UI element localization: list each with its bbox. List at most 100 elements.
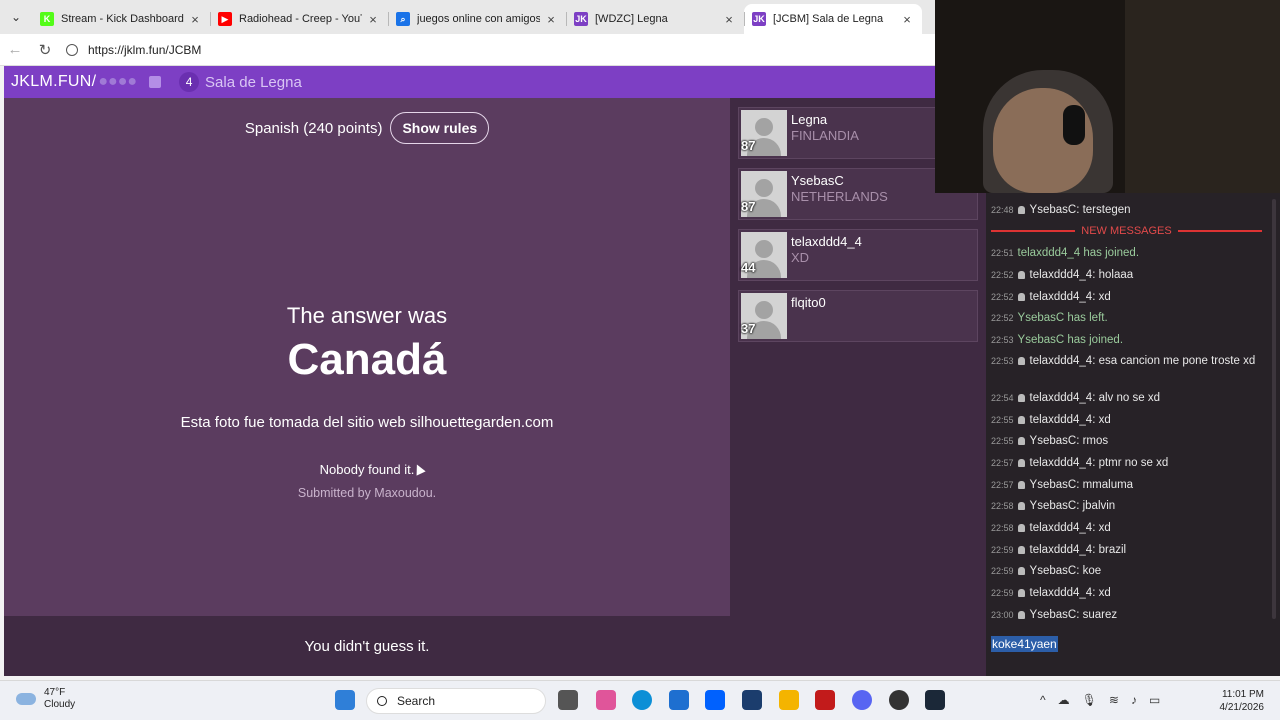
message-text: : ptmr no se xd <box>1092 457 1169 469</box>
close-tab-icon[interactable]: × <box>366 12 380 27</box>
message-user[interactable]: YsebasC <box>1030 609 1077 621</box>
close-tab-icon[interactable]: × <box>544 12 558 27</box>
message-user[interactable]: telaxddd4_4 <box>1030 355 1093 367</box>
message-user[interactable]: telaxddd4_4 <box>1030 587 1093 599</box>
language-label: Spanish (240 points) <box>244 119 383 137</box>
volume-icon[interactable]: ♪ <box>1131 693 1137 707</box>
message-text: : alv no se xd <box>1092 392 1160 404</box>
player-count-badge: 4 <box>179 72 200 92</box>
close-tab-icon[interactable]: × <box>722 12 736 27</box>
wifi-icon[interactable]: ≋ <box>1109 693 1119 707</box>
site-info-icon[interactable] <box>66 43 78 56</box>
message-user[interactable]: YsebasC <box>1030 204 1077 216</box>
back-arrow-icon[interactable]: ← <box>0 41 30 58</box>
vscode-icon[interactable] <box>742 690 762 710</box>
message-time: 22:55 <box>991 436 1014 446</box>
url-text: https://jklm.fun/JCBM <box>88 42 202 57</box>
message-user[interactable]: telaxddd4_4 <box>1030 269 1093 281</box>
start-icon[interactable] <box>335 690 355 710</box>
tab-title: juegos online con amigos - S <box>417 13 540 25</box>
chat-input[interactable]: koke41yaen <box>991 636 1058 652</box>
browser-tab[interactable]: K Stream - Kick Dashboard × <box>32 4 210 34</box>
chat-message: 22:58 telaxddd4_4: xd <box>991 520 1261 536</box>
message-text: YsebasC has left. <box>1017 312 1108 324</box>
steam-icon[interactable] <box>925 690 945 710</box>
message-text: telaxddd4_4 has joined. <box>1017 247 1140 259</box>
store-icon[interactable] <box>669 690 689 710</box>
message-time: 22:48 <box>991 205 1014 215</box>
player-score: 37 <box>741 321 756 336</box>
copilot-icon[interactable] <box>596 690 616 710</box>
clock[interactable]: 11:01 PM 4/21/2026 <box>1220 688 1265 714</box>
guess-result-text: You didn't guess it. <box>304 637 430 655</box>
language-line: Spanish (240 points) Show rules <box>4 112 730 144</box>
browser-tab[interactable]: ⌕ juegos online con amigos - S × <box>388 4 566 34</box>
microphone-icon[interactable]: 🎙 <box>1082 693 1097 707</box>
message-time: 22:55 <box>991 415 1014 425</box>
player-card[interactable]: 37 flqito0 <box>738 290 978 342</box>
chat-message: 22:52 telaxddd4_4: holaaa <box>991 267 1261 283</box>
webcam-background <box>1125 0 1280 193</box>
message-text: YsebasC has joined. <box>1017 334 1124 346</box>
message-user[interactable]: YsebasC <box>1030 435 1077 447</box>
search-icon <box>377 696 387 706</box>
weather-widget[interactable]: 47°F Cloudy <box>16 687 75 711</box>
close-tab-icon[interactable]: × <box>188 12 202 27</box>
browser-tab[interactable]: JK [WDZC] Legna × <box>566 4 744 34</box>
player-card[interactable]: 44 telaxddd4_4 XD <box>738 229 978 281</box>
browser-tab-strip: ⌄ K Stream - Kick Dashboard × ▶ Radiohead - … <box>0 0 935 34</box>
message-user[interactable]: YsebasC <box>1030 565 1077 577</box>
close-tab-icon[interactable]: × <box>900 12 914 27</box>
dropbox-icon[interactable] <box>705 690 725 710</box>
masked-room-code: ●●●● <box>98 73 138 90</box>
message-user[interactable]: telaxddd4_4 <box>1030 522 1093 534</box>
browser-tab[interactable]: ▶ Radiohead - Creep - YouTube × <box>210 4 388 34</box>
message-user[interactable]: YsebasC <box>1030 479 1077 491</box>
file-explorer-icon[interactable] <box>779 690 799 710</box>
network-icon[interactable]: ☁ <box>1058 693 1070 707</box>
player-country: FINLANDIA <box>791 128 859 143</box>
reload-icon[interactable]: ↻ <box>30 41 60 59</box>
message-text: : rmos <box>1076 435 1109 447</box>
chat-system-message: 22:53 YsebasC has joined. <box>991 332 1261 348</box>
user-icon <box>1017 271 1025 279</box>
message-user[interactable]: telaxddd4_4 <box>1030 291 1093 303</box>
weather-temp: 47°F <box>44 687 66 698</box>
player-country: NETHERLANDS <box>791 189 888 204</box>
url-field[interactable]: https://jklm.fun/JCBM <box>66 43 201 57</box>
edge-icon[interactable] <box>632 690 652 710</box>
message-time: 22:59 <box>991 588 1014 598</box>
message-user[interactable]: telaxddd4_4 <box>1030 544 1093 556</box>
browser-tab[interactable]: JK [JCBM] Sala de Legna × <box>744 4 922 34</box>
user-icon <box>1017 546 1025 554</box>
message-text: : koe <box>1076 565 1102 577</box>
chat-system-message: 22:51 telaxddd4_4 has joined. <box>991 245 1261 261</box>
user-icon <box>1017 459 1025 467</box>
message-time: 22:59 <box>991 545 1014 555</box>
message-user[interactable]: telaxddd4_4 <box>1030 392 1093 404</box>
chevron-up-icon[interactable]: ^ <box>1040 693 1046 707</box>
tab-list-chevron-icon[interactable]: ⌄ <box>0 0 32 34</box>
message-time: 22:53 <box>991 335 1014 345</box>
player-score: 44 <box>741 260 756 275</box>
chat-message: 22:57 YsebasC: mmaluma <box>991 477 1261 493</box>
lock-icon[interactable] <box>149 76 162 88</box>
discord-icon[interactable] <box>852 690 872 710</box>
chat-message: 22:55 YsebasC: rmos <box>991 433 1261 449</box>
message-user[interactable]: YsebasC <box>1030 500 1077 512</box>
obs-icon[interactable] <box>889 690 909 710</box>
chat-scrollbar[interactable] <box>1272 199 1276 619</box>
site-brand[interactable]: JKLM.FUN/ <box>11 73 96 91</box>
show-rules-button[interactable]: Show rules <box>390 112 490 144</box>
player-name: Legna <box>791 112 828 127</box>
message-user[interactable]: telaxddd4_4 <box>1030 457 1093 469</box>
message-user[interactable]: telaxddd4_4 <box>1030 414 1093 426</box>
taskbar-search[interactable]: Search <box>366 688 546 714</box>
task-view-icon[interactable] <box>558 690 578 710</box>
new-messages-label: NEW MESSAGES <box>1081 225 1172 237</box>
message-time: 22:52 <box>991 270 1014 280</box>
message-text: : xd <box>1092 587 1111 599</box>
brave-icon[interactable] <box>815 690 835 710</box>
battery-icon[interactable]: ▭ <box>1149 693 1160 707</box>
message-time: 22:58 <box>991 523 1014 533</box>
